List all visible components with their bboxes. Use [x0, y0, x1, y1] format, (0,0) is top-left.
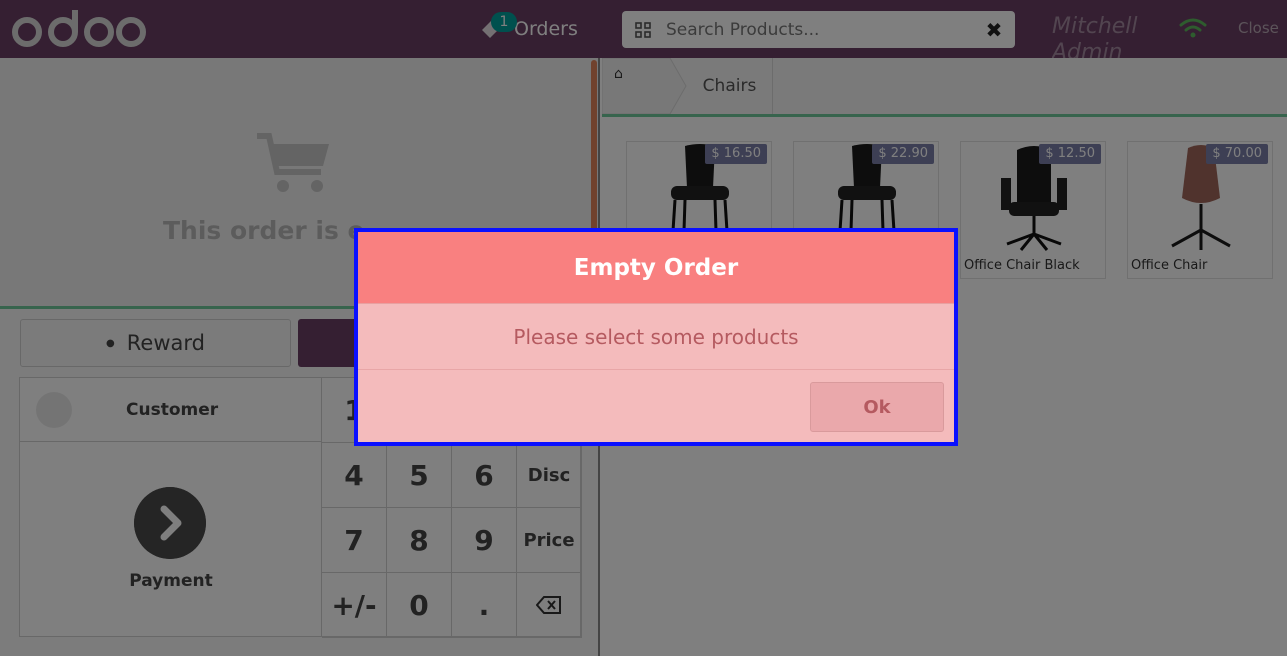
dialog-title: Empty Order [358, 232, 954, 304]
dialog-message: Please select some products [358, 304, 954, 370]
ok-button[interactable]: Ok [810, 382, 944, 432]
empty-order-dialog: Empty Order Please select some products … [354, 228, 958, 446]
